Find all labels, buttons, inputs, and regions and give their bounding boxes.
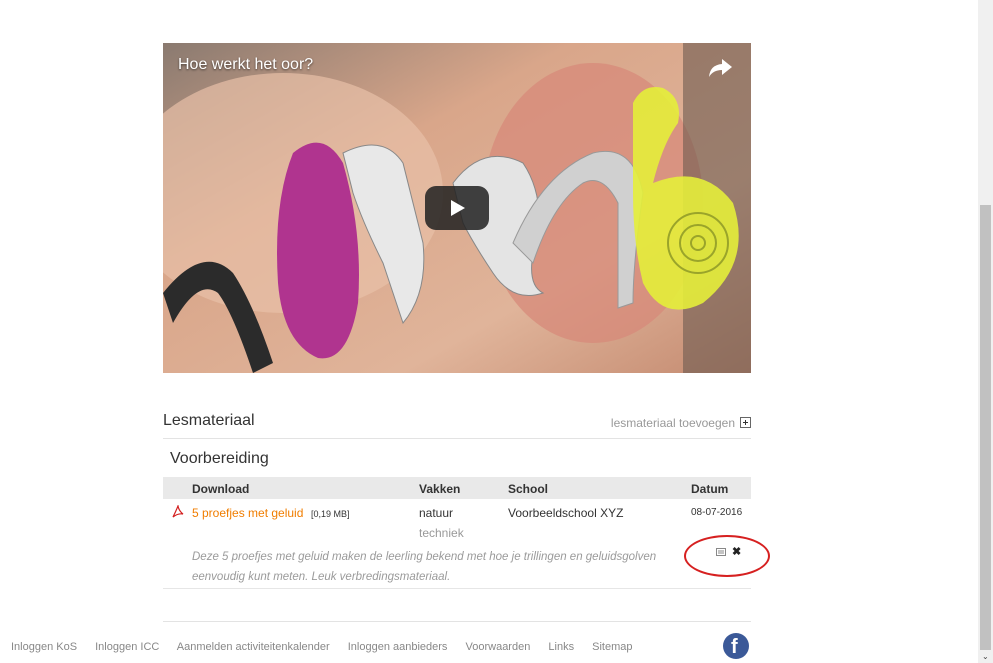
vak-natuur: natuur [419, 506, 454, 520]
footer-link-inloggen-icc[interactable]: Inloggen ICC [95, 641, 159, 653]
date: 08-07-2016 [691, 507, 743, 518]
file-size: [0,19 MB] [311, 509, 350, 519]
share-icon[interactable] [707, 57, 733, 79]
footer-link-aanmelden[interactable]: Aanmelden activiteitenkalender [177, 641, 330, 653]
footer-link-voorwaarden[interactable]: Voorwaarden [466, 641, 531, 653]
section-title: Voorbereiding [170, 450, 269, 467]
table-header: Download Vakken School Datum [163, 477, 751, 499]
table-row: 5 proefjes met geluid [0,19 MB] natuur t… [163, 500, 751, 589]
header-download: Download [192, 482, 250, 496]
header-vakken: Vakken [419, 482, 461, 496]
scroll-down-icon[interactable]: ⌄ [982, 652, 989, 661]
school-name: Voorbeeldschool XYZ [508, 506, 624, 520]
lesmateriaal-header: Lesmateriaal lesmateriaal toevoegen [163, 410, 751, 439]
footer-divider [163, 621, 751, 622]
footer-link-inloggen-kos[interactable]: Inloggen KoS [11, 641, 77, 653]
scrollbar[interactable]: ⌄ [978, 0, 993, 663]
footer-link-sitemap[interactable]: Sitemap [592, 641, 632, 653]
facebook-glyph: f [731, 636, 738, 658]
header-datum: Datum [691, 482, 729, 496]
footer-link-links[interactable]: Links [548, 641, 574, 653]
facebook-icon[interactable]: f [723, 633, 749, 659]
footer-link-inloggen-aanbieders[interactable]: Inloggen aanbieders [348, 641, 448, 653]
add-lesmateriaal-label: lesmateriaal toevoegen [610, 416, 735, 430]
highlight-circle [684, 535, 770, 577]
vak-techniek: techniek [419, 526, 464, 540]
pdf-icon [172, 505, 184, 518]
lesmateriaal-title: Lesmateriaal [163, 412, 255, 429]
add-lesmateriaal-link[interactable]: lesmateriaal toevoegen [611, 416, 751, 430]
footer-nav: Inloggen KoS Inloggen ICC Aanmelden acti… [11, 641, 648, 653]
file-download-link[interactable]: 5 proefjes met geluid [192, 506, 303, 520]
scrollbar-thumb[interactable] [980, 205, 991, 650]
play-button[interactable] [425, 186, 489, 230]
description: Deze 5 proefjes met geluid maken de leer… [192, 551, 657, 583]
plus-icon[interactable] [740, 417, 751, 428]
video-title: Hoe werkt het oor? [178, 56, 314, 73]
video-player[interactable]: Hoe werkt het oor? [163, 43, 751, 373]
header-school: School [508, 482, 549, 496]
